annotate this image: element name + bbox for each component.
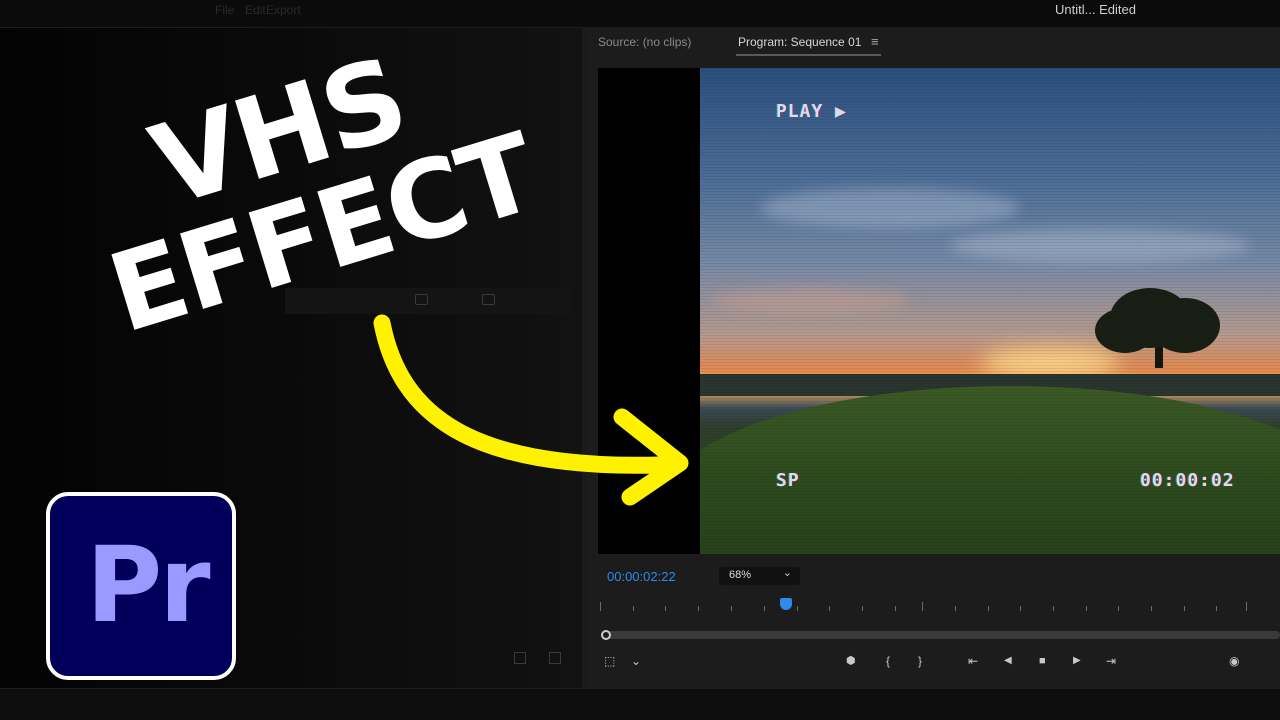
- menu-export[interactable]: Export: [266, 3, 301, 17]
- active-tab-indicator: [736, 54, 881, 56]
- document-title: Untitl... Edited: [1055, 2, 1136, 17]
- panel-menu-icon[interactable]: ≡: [871, 34, 879, 49]
- safe-margins-icon[interactable]: ⬚: [604, 653, 615, 669]
- vhs-mode-label: SP: [776, 470, 800, 491]
- menu-file[interactable]: File: [215, 3, 234, 17]
- calendar-icon[interactable]: [415, 294, 428, 305]
- video-frame: PLAY ▶ SP 00:00:02: [700, 68, 1280, 554]
- logo-text: Pr: [86, 524, 211, 646]
- add-marker-icon[interactable]: ⬢: [846, 653, 856, 669]
- go-to-in-icon[interactable]: ⇤: [968, 653, 978, 669]
- trash-icon[interactable]: [549, 652, 561, 664]
- chevron-down-icon: ⌄: [782, 567, 792, 579]
- zoom-level-select[interactable]: 68% ⌄: [719, 567, 800, 585]
- vhs-play-label: PLAY ▶: [776, 101, 848, 122]
- zoom-value: 68%: [729, 569, 752, 581]
- playhead-handle[interactable]: [780, 598, 792, 610]
- step-forward-icon[interactable]: ▶: [1073, 653, 1081, 669]
- mark-in-icon[interactable]: {: [886, 653, 890, 669]
- camera-icon[interactable]: ◉: [1229, 653, 1239, 669]
- menu-edit[interactable]: Edit: [245, 3, 266, 17]
- go-to-out-icon[interactable]: ⇥: [1106, 653, 1116, 669]
- zoom-scrollbar[interactable]: [605, 631, 1280, 639]
- arrow-icon: [373, 314, 689, 506]
- vhs-counter: 00:00:02: [1140, 470, 1235, 491]
- premiere-pro-logo: Pr: [46, 492, 236, 680]
- mark-out-icon[interactable]: }: [918, 653, 922, 669]
- time-ruler[interactable]: [598, 598, 1280, 618]
- scrollbar-handle[interactable]: [601, 630, 611, 640]
- stop-icon[interactable]: ■: [1039, 653, 1046, 669]
- playhead-timecode[interactable]: 00:00:02:22: [607, 569, 676, 584]
- tab-program-monitor[interactable]: Program: Sequence 01: [738, 35, 861, 49]
- step-back-icon[interactable]: ◀: [1004, 653, 1012, 669]
- folder-icon[interactable]: [514, 652, 526, 664]
- tab-source-monitor[interactable]: Source: (no clips): [598, 35, 691, 49]
- clapper-icon[interactable]: [482, 294, 495, 305]
- title-bar: File Edit Export Untitl... Edited: [0, 0, 1280, 28]
- chevron-down-icon[interactable]: ⌄: [631, 653, 641, 669]
- status-bar: [0, 688, 1280, 720]
